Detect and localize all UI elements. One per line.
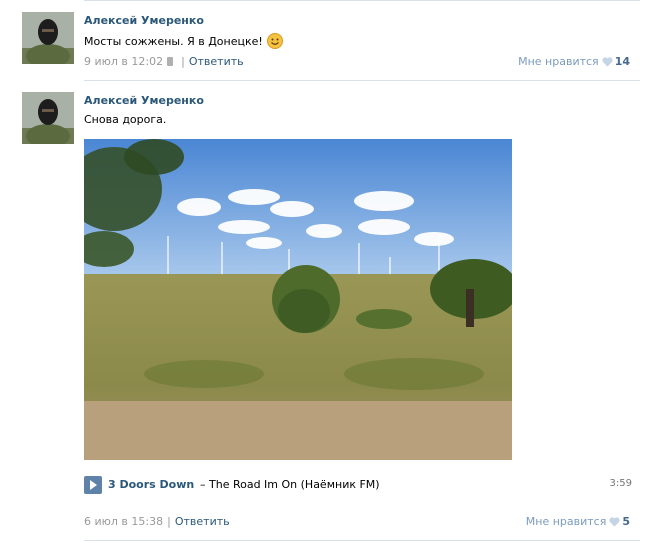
post-text-content: Мосты сожжены. Я в Донецке! [84,35,263,48]
heart-icon [609,517,620,530]
post-date-link[interactable]: 6 июл в 15:38 [84,515,163,528]
post-photo[interactable] [84,139,512,460]
post-separator [84,80,640,81]
post-meta: 6 июл в 15:38 | Ответить [84,515,230,528]
smile-emoji-icon [266,33,283,49]
post-text: Снова дорога. [84,113,167,126]
reply-link[interactable]: Ответить [175,515,230,528]
post-author-link[interactable]: Алексей Умеренко [84,94,204,107]
avatar[interactable] [22,12,74,64]
audio-attachment: 3 Doors Down – The Road Im On (Наёмник F… [84,476,636,494]
post-meta: 9 июл в 12:02 | Ответить [84,55,244,68]
post-author-link[interactable]: Алексей Умеренко [84,14,204,27]
audio-artist-link[interactable]: 3 Doors Down [108,478,194,491]
like-count: 5 [622,515,630,528]
wall-post: Алексей Умеренко Снова дорога. 3 Doors D… [0,82,640,543]
meta-divider: | [167,515,171,528]
post-text: Мосты сожжены. Я в Донецке! [84,33,283,49]
like-label: Мне нравится [525,515,607,528]
meta-divider: | [181,55,185,68]
avatar[interactable] [22,92,74,144]
mobile-phone-icon [167,57,174,66]
audio-title: – The Road Im On (Наёмник FM) [200,478,380,491]
post-date-link[interactable]: 9 июл в 12:02 [84,55,163,68]
reply-link[interactable]: Ответить [189,55,244,68]
play-icon[interactable] [84,476,102,494]
wall-post: Алексей Умеренко Мосты сожжены. Я в Доне… [0,0,640,80]
post-separator [84,540,640,541]
like-button[interactable]: Мне нравится 5 [526,515,630,530]
like-count: 14 [614,55,630,68]
audio-duration: 3:59 [609,478,632,489]
like-label: Мне нравится [518,55,599,68]
like-button[interactable]: Мне нравится 14 [518,55,630,70]
heart-icon [602,57,613,70]
